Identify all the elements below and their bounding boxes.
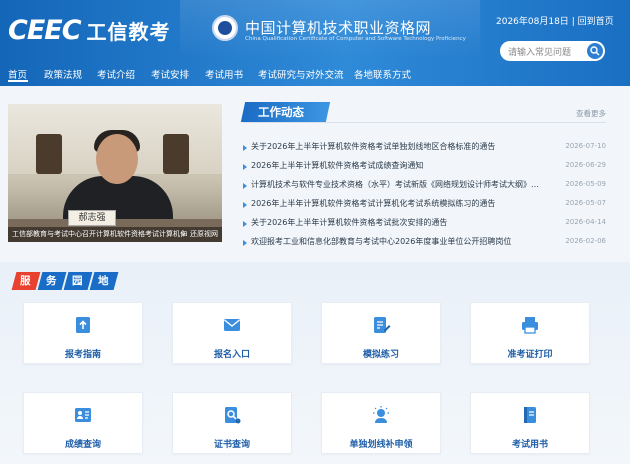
service-card[interactable]: 准考证打印 <box>470 302 590 364</box>
news-item-date: 2026-05-09 <box>565 180 606 188</box>
news-item-title[interactable]: 计算机技术与软件专业技术资格（水平）考试新版《网络规划设计师考试大纲》… <box>251 179 551 190</box>
service-card-label: 报考指南 <box>64 350 101 360</box>
bullet-icon <box>243 221 247 227</box>
search-button[interactable] <box>587 43 603 59</box>
site-header: CEEC 工信教考 中国计算机技术职业资格网 China Qualificati… <box>0 0 630 86</box>
news-item-title[interactable]: 2026年上半年计算机软件资格考试计算机化考试系统模拟练习的通告 <box>251 198 551 209</box>
document-search-icon <box>225 407 241 424</box>
news-item-date: 2026-06-29 <box>565 161 606 169</box>
service-card-label: 模拟练习 <box>362 350 399 360</box>
org-english-name: China Qualification Certificate of Compu… <box>245 36 466 42</box>
nav-active-indicator <box>8 80 28 82</box>
service-card-label: 成绩查询 <box>64 440 101 450</box>
org-emblem-icon <box>212 15 238 41</box>
news-section-title: 工作动态 <box>258 105 304 119</box>
nav-research[interactable]: 考试研究与对外交流 <box>258 67 344 81</box>
printer-icon <box>522 317 538 334</box>
news-item[interactable]: 欢迎报考工业和信息化部教育与考试中心2026年度事业单位公开招聘岗位 2026-0… <box>243 236 606 250</box>
home-link[interactable]: 回到首页 <box>578 17 614 27</box>
nav-home[interactable]: 首页 <box>8 67 27 81</box>
news-item-title[interactable]: 关于2026年上半年计算机软件资格考试批次安排的通告 <box>251 217 551 228</box>
news-item[interactable]: 关于2026年上半年计算机软件资格考试单独划线地区合格标准的通告 2026-07-… <box>243 141 606 155</box>
news-item[interactable]: 2026年上半年计算机软件资格考试计算机化考试系统模拟练习的通告 2026-05-… <box>243 198 606 212</box>
nav-exam-schedule[interactable]: 考试安排 <box>151 67 189 81</box>
service-card[interactable]: 考试用书 <box>470 392 590 454</box>
envelope-icon <box>224 319 240 331</box>
news-item-date: 2026-04-14 <box>565 218 606 226</box>
edit-document-icon <box>374 317 391 333</box>
book-upload-icon <box>76 317 90 333</box>
nav-policy[interactable]: 政策法规 <box>44 67 82 81</box>
news-item-date: 2026-02-06 <box>565 237 606 245</box>
news-divider <box>243 122 606 123</box>
service-card[interactable]: 报考指南 <box>23 302 143 364</box>
news-item[interactable]: 计算机技术与软件专业技术资格（水平）考试新版《网络规划设计师考试大纲》… 2026… <box>243 179 606 193</box>
search-user-icon <box>75 408 91 422</box>
logo-latin: CEEC <box>8 14 82 46</box>
news-item-date: 2026-05-07 <box>565 199 606 207</box>
bullet-icon <box>243 202 247 208</box>
main-nav: 首页 政策法规 考试介绍 考试安排 考试用书 考试研究与对外交流 各地联系方式 <box>0 62 630 84</box>
site-logo[interactable]: CEEC 工信教考 <box>8 14 171 46</box>
news-photo[interactable]: 郝志强 工信部教育与考试中心召开计算机软件资格考试计算机化… ⊞ 还原视网 <box>8 104 222 242</box>
services-heading-char: 地 <box>98 275 109 287</box>
search-icon <box>590 46 600 56</box>
book-icon <box>524 407 536 423</box>
header-top-links: 2026年08月18日 | 回到首页 <box>496 17 614 27</box>
search-input[interactable]: 请输入常见问题 <box>508 45 571 58</box>
news-item-title[interactable]: 2026年上半年计算机软件资格考试成绩查询通知 <box>251 160 551 171</box>
logo-chinese: 工信教考 <box>86 19 171 44</box>
service-card[interactable]: 报名入口 <box>172 302 292 364</box>
service-card[interactable]: 模拟练习 <box>321 302 441 364</box>
service-card[interactable]: 单独划线补申领 <box>321 392 441 454</box>
service-card-label: 考试用书 <box>511 440 548 450</box>
photo-more-link[interactable]: ⊞ 还原视网 <box>182 229 218 239</box>
bullet-icon <box>243 240 247 246</box>
nav-exam-books[interactable]: 考试用书 <box>205 67 243 81</box>
photo-caption-bar: 工信部教育与考试中心召开计算机软件资格考试计算机化… ⊞ 还原视网 <box>8 227 222 242</box>
news-item[interactable]: 关于2026年上半年计算机软件资格考试批次安排的通告 2026-04-14 <box>243 217 606 231</box>
services-heading-char: 园 <box>72 275 83 287</box>
news-item-date: 2026-07-10 <box>565 142 606 150</box>
services-heading-char: 务 <box>46 275 57 287</box>
services-heading-char: 服 <box>20 275 31 287</box>
nav-contacts[interactable]: 各地联系方式 <box>354 67 411 81</box>
lightbulb-user-icon <box>373 406 389 423</box>
nameplate: 郝志强 <box>68 210 116 226</box>
service-card-label: 准考证打印 <box>507 350 553 360</box>
service-card[interactable]: 成绩查询 <box>23 392 143 454</box>
search-box: 请输入常见问题 <box>500 41 605 61</box>
news-item-title[interactable]: 欢迎报考工业和信息化部教育与考试中心2026年度事业单位公开招聘岗位 <box>251 236 551 247</box>
service-card-label: 报名入口 <box>213 350 250 360</box>
news-more-link[interactable]: 查看更多 <box>576 108 606 119</box>
bullet-icon <box>243 183 247 189</box>
bullet-icon <box>243 145 247 151</box>
news-item-title[interactable]: 关于2026年上半年计算机软件资格考试单独划线地区合格标准的通告 <box>251 141 551 152</box>
nav-exam-intro[interactable]: 考试介绍 <box>97 67 135 81</box>
photo-caption[interactable]: 工信部教育与考试中心召开计算机软件资格考试计算机化… <box>12 229 184 239</box>
bullet-icon <box>243 164 247 170</box>
service-card[interactable]: 证书查询 <box>172 392 292 454</box>
service-card-label: 单独划线补申领 <box>349 440 413 450</box>
org-name: 中国计算机技术职业资格网 <box>245 19 432 37</box>
current-date: 2026年08月18日 <box>496 17 569 27</box>
service-card-label: 证书查询 <box>213 440 250 450</box>
news-item[interactable]: 2026年上半年计算机软件资格考试成绩查询通知 2026-06-29 <box>243 160 606 174</box>
